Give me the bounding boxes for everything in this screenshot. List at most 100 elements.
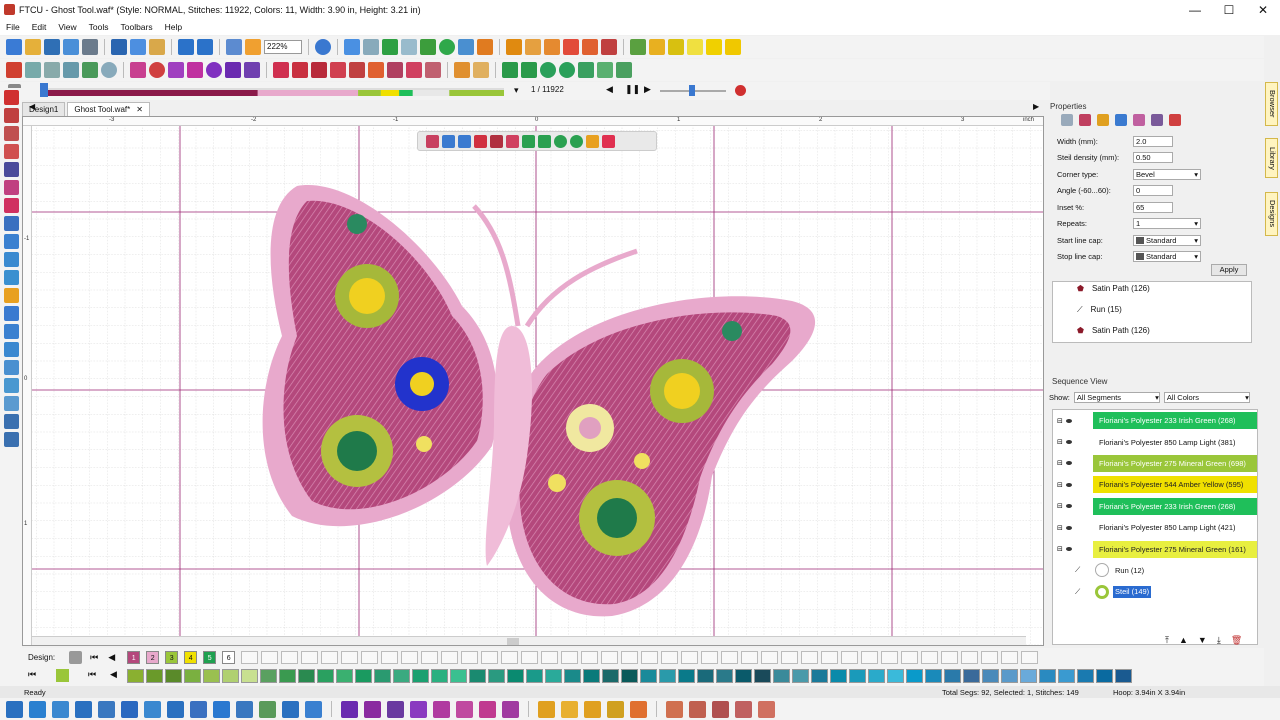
angle-input[interactable]: 0 [1133, 185, 1173, 197]
grid-view-icon[interactable] [69, 650, 83, 664]
design-color-4[interactable]: 4 [184, 650, 198, 664]
menu-toolbars[interactable]: Toolbars [114, 22, 158, 32]
diamond-icon[interactable] [187, 62, 203, 78]
arrange-icon[interactable] [368, 62, 384, 78]
menu-view[interactable]: View [52, 22, 82, 32]
wand-yellow-icon[interactable] [668, 39, 684, 55]
prop-tab-pull-icon[interactable] [1169, 114, 1181, 126]
thread-swatch[interactable] [336, 669, 353, 683]
zoom-icon[interactable] [3, 180, 19, 195]
star-purple-icon[interactable] [341, 700, 358, 718]
edit-points-icon[interactable] [3, 126, 19, 141]
ft-delete-icon[interactable] [490, 134, 503, 148]
stitch-fill-icon[interactable] [98, 700, 115, 718]
thread-swatch[interactable] [1058, 669, 1075, 683]
maximize-button[interactable]: ☐ [1212, 3, 1246, 17]
thread-swatch[interactable] [298, 669, 315, 683]
empty-color-slot[interactable] [521, 650, 539, 664]
chevron-down-icon[interactable]: ▾ [514, 85, 519, 96]
share-icon[interactable] [344, 39, 360, 55]
prop-tab-general-icon[interactable] [1061, 114, 1073, 126]
stitch-wave-icon[interactable] [213, 700, 230, 718]
stitch-contour-icon[interactable] [305, 700, 322, 718]
undo-icon[interactable] [178, 39, 194, 55]
globe-icon[interactable] [315, 39, 331, 55]
list-item[interactable]: ⬟ Satin Path (126) [1053, 282, 1251, 299]
play-icon[interactable]: ▶ [644, 84, 651, 95]
mesh-icon[interactable] [44, 62, 60, 78]
menu-file[interactable]: File [0, 22, 26, 32]
cross-icon[interactable] [63, 62, 79, 78]
empty-color-slot[interactable] [681, 650, 699, 664]
new-file-icon[interactable] [6, 39, 22, 55]
empty-color-slot[interactable] [461, 650, 479, 664]
close-tab-icon[interactable]: ✕ [136, 103, 143, 116]
ft-rotate-icon[interactable] [554, 134, 567, 148]
trim-icon[interactable] [425, 62, 441, 78]
design-color-5[interactable]: 5 [203, 650, 217, 664]
inset-input[interactable]: 65 [1133, 201, 1173, 213]
tab-scroll-right-icon[interactable]: ▶ [1033, 102, 1039, 111]
thread-swatch[interactable] [450, 669, 467, 683]
empty-color-slot[interactable] [981, 650, 999, 664]
visibility-eye-icon[interactable]: ⊟ [1053, 545, 1093, 553]
empty-color-slot[interactable] [301, 650, 319, 664]
pattern-orange-icon[interactable] [607, 700, 624, 718]
tab-ghost-tool[interactable]: Ghost Tool.waf* ✕ [67, 102, 150, 116]
color-wheel-icon[interactable] [439, 39, 455, 55]
bee-icon[interactable] [561, 700, 578, 718]
align-icon[interactable] [473, 62, 489, 78]
empty-color-slot[interactable] [581, 650, 599, 664]
select-arrow-icon[interactable] [3, 90, 19, 105]
copy-icon[interactable] [130, 39, 146, 55]
star-violet-icon[interactable] [410, 700, 427, 718]
gear-tool-icon[interactable] [3, 360, 19, 375]
step-back-icon[interactable]: ◀ [606, 84, 613, 95]
flower-orange-icon[interactable] [538, 700, 555, 718]
thread-swatch[interactable] [716, 669, 733, 683]
sparkle-icon[interactable] [649, 39, 665, 55]
thread-swatch[interactable] [1115, 669, 1132, 683]
thread-swatch[interactable] [526, 669, 543, 683]
thread-swatch[interactable] [146, 669, 163, 683]
thread-swatch[interactable] [393, 669, 410, 683]
ft-arrow-right-icon[interactable] [458, 134, 471, 148]
thread-swatch[interactable] [982, 669, 999, 683]
thread-swatch[interactable] [127, 669, 144, 683]
thread-swatch[interactable] [203, 669, 220, 683]
segments-select[interactable]: All Segments ▾ [1073, 392, 1160, 403]
stitch-motif-icon[interactable] [121, 700, 138, 718]
empty-color-slot[interactable] [441, 650, 459, 664]
rotate-right-icon[interactable] [559, 62, 575, 78]
combine-icon[interactable] [387, 62, 403, 78]
font-icon[interactable] [130, 62, 146, 78]
print-icon[interactable] [82, 39, 98, 55]
bucket-icon[interactable] [506, 39, 522, 55]
knife-icon[interactable] [3, 144, 19, 159]
ft-rotate2-icon[interactable] [570, 134, 583, 148]
thread-swatch[interactable] [811, 669, 828, 683]
frame-icon[interactable] [273, 62, 289, 78]
empty-color-slot[interactable] [601, 650, 619, 664]
text-icon[interactable] [6, 62, 22, 78]
density-input[interactable]: 0.50 [1133, 152, 1173, 164]
empty-color-slot[interactable] [321, 650, 339, 664]
trash-icon[interactable]: 🗑 [1231, 635, 1242, 646]
flower-icon[interactable] [168, 62, 184, 78]
list-item[interactable]: ⟋ Run (15) [1053, 299, 1251, 320]
corner-type-select[interactable]: Bevel ▾ [1133, 168, 1201, 180]
empty-color-slot[interactable] [801, 650, 819, 664]
save-icon[interactable] [44, 39, 60, 55]
pause-icon[interactable]: ❚❚ [625, 84, 640, 95]
ft-stitch-icon[interactable] [474, 134, 487, 148]
stitch-applique-icon[interactable] [167, 700, 184, 718]
thread-swatch[interactable] [279, 669, 296, 683]
thread-swatch[interactable] [412, 669, 429, 683]
stitch-satin-icon[interactable] [52, 700, 69, 718]
spiral-orange-icon[interactable] [584, 700, 601, 718]
speed-slider-thumb[interactable] [689, 85, 695, 96]
first-icon[interactable]: ⏮ [90, 652, 98, 663]
break-icon[interactable] [406, 62, 422, 78]
group-icon[interactable] [311, 62, 327, 78]
close-button[interactable]: ✕ [1246, 3, 1280, 17]
